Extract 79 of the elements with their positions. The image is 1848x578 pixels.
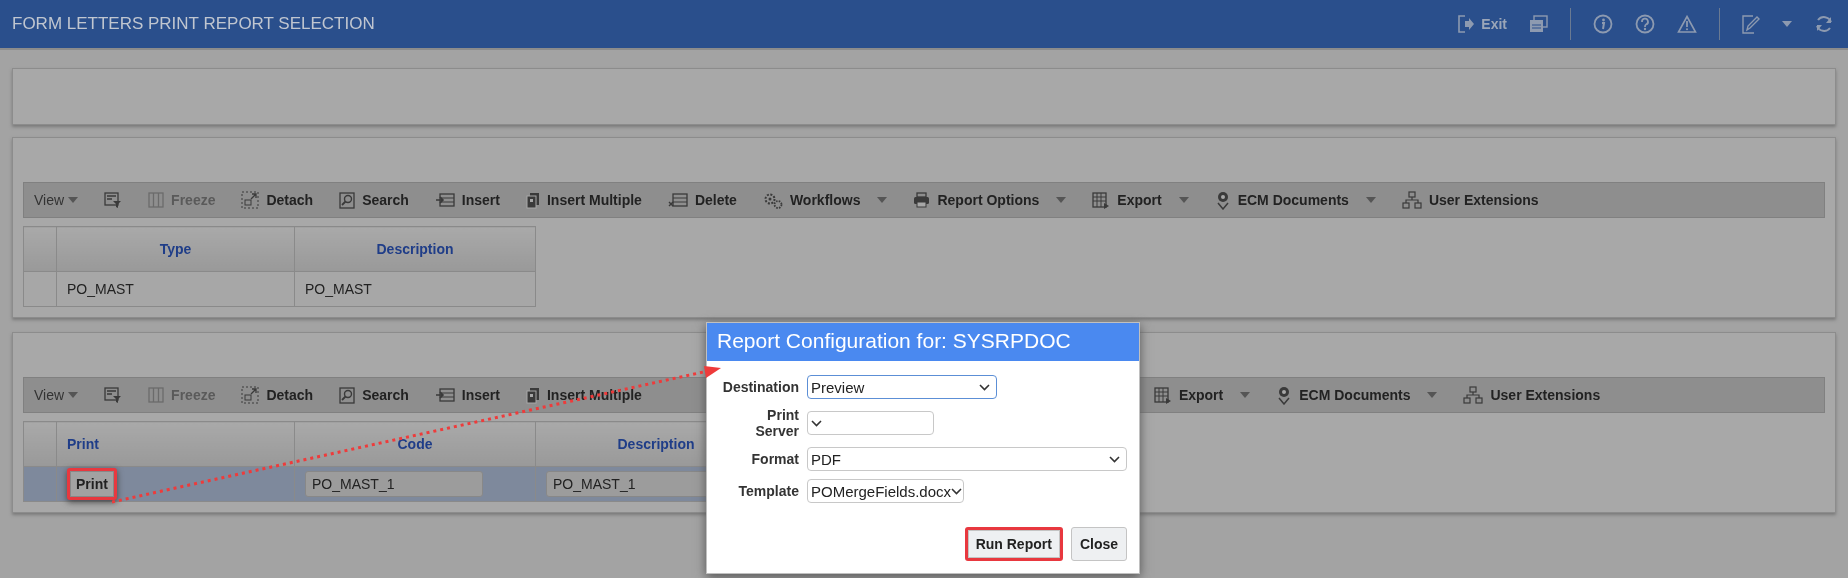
toolbar-button[interactable]: User Extensions [1463, 386, 1601, 404]
toolbar-button[interactable]: User Extensions [1401, 191, 1539, 209]
chevron-icon [979, 383, 990, 391]
toolbar-button[interactable]: Report Options [913, 192, 1067, 208]
caret-icon[interactable] [1178, 197, 1189, 203]
table-export-icon [1092, 191, 1111, 209]
exit-button[interactable]: Exit [1457, 14, 1507, 34]
detach-icon [241, 386, 260, 404]
column-header[interactable]: Code [294, 421, 536, 467]
column-header[interactable]: Description [294, 226, 536, 272]
column-header[interactable]: Print [56, 421, 295, 467]
caret-icon[interactable] [877, 197, 888, 203]
warning-icon[interactable] [1677, 15, 1697, 33]
chevron-icon [1109, 455, 1120, 463]
caret-icon[interactable] [68, 197, 79, 203]
window-title: FORM LETTERS PRINT REPORT SELECTION [12, 14, 376, 34]
toolbar-button[interactable]: ECM Documents [1276, 385, 1438, 405]
chevron-icon [951, 487, 963, 495]
dialog-title: Report Configuration for: SYSRPDOC [707, 323, 1139, 361]
caret-icon[interactable] [1056, 197, 1067, 203]
caret-icon[interactable] [1240, 392, 1251, 398]
map-pin-icon [1276, 385, 1293, 405]
columns-icon [148, 192, 165, 208]
caret-icon[interactable] [1782, 21, 1792, 27]
toolbar-button[interactable]: View [34, 387, 79, 403]
column-header[interactable]: Type [56, 226, 295, 272]
toolbar-button[interactable]: Export [1153, 386, 1251, 404]
toolbar-button[interactable]: ECM Documents [1214, 190, 1376, 210]
search-icon [339, 386, 356, 404]
input-field[interactable]: PO_MAST_1 [305, 471, 483, 497]
printer-icon [913, 192, 931, 208]
columns-icon [148, 387, 165, 403]
filter-button[interactable] [104, 387, 123, 403]
exit-icon [1457, 14, 1476, 34]
detach-icon [241, 191, 260, 209]
toolbar-button[interactable]: Export [1092, 191, 1189, 209]
gears-icon [762, 191, 783, 209]
windows-icon[interactable] [1529, 15, 1548, 33]
toolbar-button[interactable]: Insert [434, 387, 500, 403]
toolbar-button[interactable]: Delete [667, 192, 737, 208]
chevron-icon [811, 419, 822, 427]
help-icon[interactable] [1635, 14, 1655, 34]
delete-row-icon [667, 193, 688, 207]
info-icon[interactable] [1593, 14, 1613, 34]
edit-icon[interactable] [1742, 14, 1760, 34]
hierarchy-icon [1401, 191, 1422, 209]
toolbar-button[interactable]: Workflows [762, 191, 888, 209]
field-label: Destination [722, 379, 799, 395]
insert-row-icon [434, 388, 455, 402]
dialog-button[interactable]: Run Report [964, 527, 1063, 561]
table-export-icon [1153, 386, 1172, 404]
caret-icon[interactable] [68, 392, 79, 398]
toolbar-button[interactable]: Insert Multiple [525, 386, 642, 404]
toolbar-button[interactable]: Search [339, 386, 409, 404]
field-label: Template [738, 483, 799, 499]
table-cell: PO_MAST [56, 271, 295, 307]
toolbar-button[interactable]: Insert Multiple [525, 191, 642, 209]
map-pin-icon [1214, 190, 1231, 210]
documents-icon [525, 191, 540, 209]
toolbar-button[interactable]: Detach [241, 386, 314, 404]
print-button[interactable]: Print [67, 468, 117, 500]
search-icon [339, 191, 356, 209]
hierarchy-icon [1463, 386, 1484, 404]
select-field[interactable]: PDF [807, 447, 1127, 471]
table-cell: PO_MAST [294, 271, 536, 307]
caret-icon[interactable] [1427, 392, 1438, 398]
toolbar-button[interactable]: View [34, 192, 79, 208]
toolbar-button[interactable]: Search [339, 191, 409, 209]
select-field[interactable]: POMergeFields.docx [807, 479, 964, 503]
toolbar-button[interactable]: Detach [241, 191, 314, 209]
insert-row-icon [434, 193, 455, 207]
toolbar-button[interactable]: Insert [434, 192, 500, 208]
filter-button[interactable] [104, 192, 123, 208]
select-field[interactable] [807, 411, 934, 435]
select-field[interactable]: Preview [807, 375, 997, 399]
caret-icon[interactable] [1365, 197, 1376, 203]
documents-icon [525, 386, 540, 404]
refresh-icon[interactable] [1814, 14, 1834, 34]
dialog-button[interactable]: Close [1070, 527, 1127, 561]
